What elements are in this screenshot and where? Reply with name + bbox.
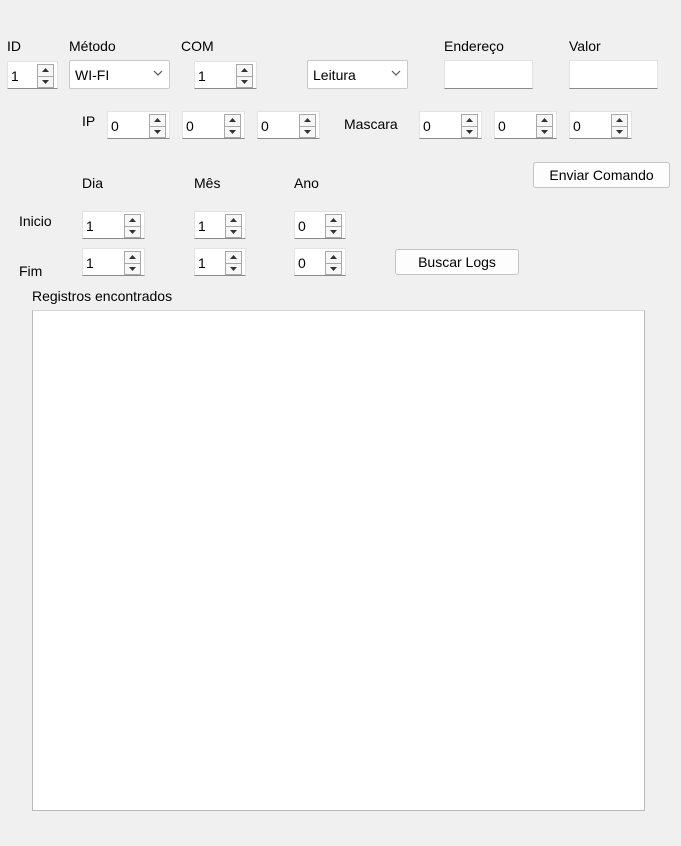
mascara-octet-3-value: 0 bbox=[573, 118, 581, 134]
fim-dia-value: 1 bbox=[86, 255, 94, 271]
ip-label: IP bbox=[82, 113, 96, 129]
arrow-up-icon[interactable] bbox=[37, 64, 54, 77]
mascara-octet-1-value: 0 bbox=[423, 118, 431, 134]
arrow-up-icon[interactable] bbox=[124, 214, 141, 227]
arrow-up-icon[interactable] bbox=[461, 114, 478, 127]
ip-octet-3-spinbox[interactable]: 0 bbox=[257, 111, 320, 139]
id-spinbox[interactable]: 1 bbox=[7, 61, 58, 89]
id-value: 1 bbox=[11, 68, 19, 84]
operacao-value: Leitura bbox=[313, 67, 356, 83]
arrow-down-icon[interactable] bbox=[124, 263, 141, 275]
mascara-label: Mascara bbox=[344, 116, 398, 132]
valor-input[interactable] bbox=[569, 60, 658, 89]
ip-octet-2-value: 0 bbox=[186, 118, 194, 134]
ip-octet-3-value: 0 bbox=[261, 118, 269, 134]
arrow-up-icon[interactable] bbox=[224, 114, 241, 127]
arrow-down-icon[interactable] bbox=[224, 126, 241, 138]
fim-ano-value: 0 bbox=[298, 255, 306, 271]
id-label: ID bbox=[7, 38, 21, 54]
arrow-down-icon[interactable] bbox=[149, 126, 166, 138]
arrow-up-icon[interactable] bbox=[536, 114, 553, 127]
arrow-down-icon[interactable] bbox=[611, 126, 628, 138]
metodo-combobox[interactable]: WI-FI bbox=[69, 60, 170, 89]
arrow-down-icon[interactable] bbox=[325, 263, 342, 275]
arrow-down-icon[interactable] bbox=[37, 76, 54, 88]
inicio-ano-value: 0 bbox=[298, 218, 306, 234]
arrow-up-icon[interactable] bbox=[225, 251, 242, 264]
valor-label: Valor bbox=[569, 38, 601, 54]
chevron-down-icon bbox=[391, 70, 401, 76]
fim-label: Fim bbox=[19, 263, 43, 279]
endereco-input[interactable] bbox=[444, 60, 533, 89]
ano-label: Ano bbox=[294, 175, 319, 191]
com-label: COM bbox=[181, 38, 214, 54]
inicio-mes-spinbox[interactable]: 1 bbox=[194, 211, 246, 239]
metodo-value: WI-FI bbox=[75, 67, 110, 83]
arrow-up-icon[interactable] bbox=[325, 251, 342, 264]
fim-dia-spinbox[interactable]: 1 bbox=[82, 248, 145, 276]
arrow-up-icon[interactable] bbox=[236, 64, 253, 77]
fim-ano-spinbox[interactable]: 0 bbox=[294, 248, 346, 276]
arrow-down-icon[interactable] bbox=[325, 226, 342, 238]
endereco-label: Endereço bbox=[444, 38, 504, 54]
inicio-label: Inicio bbox=[19, 213, 52, 229]
fim-mes-spinbox[interactable]: 1 bbox=[194, 248, 246, 276]
enviar-comando-button[interactable]: Enviar Comando bbox=[533, 162, 670, 188]
mascara-octet-2-value: 0 bbox=[498, 118, 506, 134]
registros-list[interactable] bbox=[32, 310, 645, 811]
ip-octet-1-value: 0 bbox=[111, 118, 119, 134]
ip-octet-1-spinbox[interactable]: 0 bbox=[107, 111, 170, 139]
arrow-down-icon[interactable] bbox=[536, 126, 553, 138]
metodo-label: Método bbox=[69, 38, 116, 54]
arrow-down-icon[interactable] bbox=[124, 226, 141, 238]
inicio-dia-value: 1 bbox=[86, 218, 94, 234]
inicio-dia-spinbox[interactable]: 1 bbox=[82, 211, 145, 239]
com-value: 1 bbox=[198, 68, 206, 84]
buscar-logs-button[interactable]: Buscar Logs bbox=[395, 249, 519, 275]
arrow-down-icon[interactable] bbox=[461, 126, 478, 138]
chevron-down-icon bbox=[153, 70, 163, 76]
inicio-mes-value: 1 bbox=[198, 218, 206, 234]
arrow-down-icon[interactable] bbox=[299, 126, 316, 138]
mascara-octet-2-spinbox[interactable]: 0 bbox=[494, 111, 557, 139]
arrow-down-icon[interactable] bbox=[225, 263, 242, 275]
mascara-octet-3-spinbox[interactable]: 0 bbox=[569, 111, 632, 139]
registros-label: Registros encontrados bbox=[32, 288, 173, 304]
fim-mes-value: 1 bbox=[198, 255, 206, 271]
arrow-down-icon[interactable] bbox=[225, 226, 242, 238]
arrow-up-icon[interactable] bbox=[611, 114, 628, 127]
arrow-up-icon[interactable] bbox=[225, 214, 242, 227]
mascara-octet-1-spinbox[interactable]: 0 bbox=[419, 111, 482, 139]
dia-label: Dia bbox=[82, 175, 104, 191]
arrow-up-icon[interactable] bbox=[149, 114, 166, 127]
operacao-combobox[interactable]: Leitura bbox=[307, 60, 408, 89]
mes-label: Mês bbox=[194, 175, 221, 191]
ip-octet-2-spinbox[interactable]: 0 bbox=[182, 111, 245, 139]
arrow-up-icon[interactable] bbox=[124, 251, 141, 264]
arrow-up-icon[interactable] bbox=[325, 214, 342, 227]
arrow-up-icon[interactable] bbox=[299, 114, 316, 127]
arrow-down-icon[interactable] bbox=[236, 76, 253, 88]
inicio-ano-spinbox[interactable]: 0 bbox=[294, 211, 346, 239]
com-spinbox[interactable]: 1 bbox=[194, 61, 257, 89]
